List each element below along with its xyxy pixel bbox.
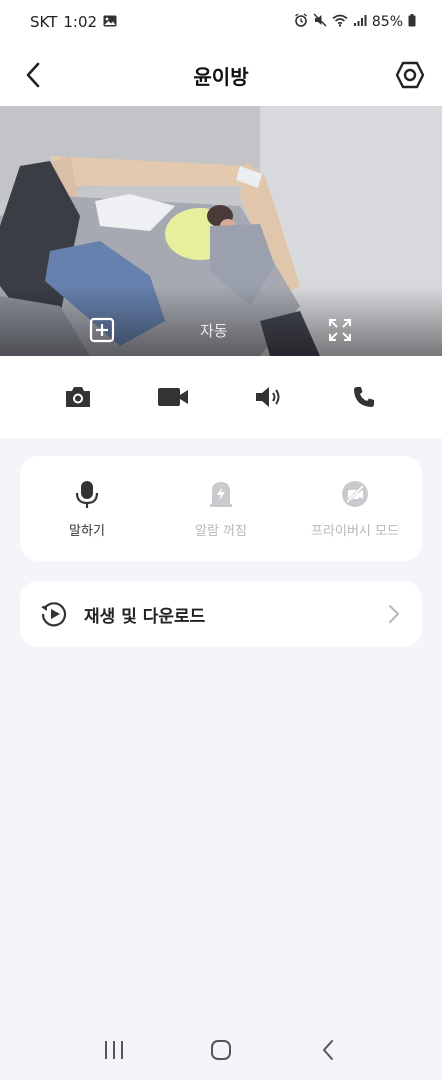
system-back-button[interactable] (308, 1030, 348, 1070)
time-label: 1:02 (63, 13, 98, 31)
back-button[interactable] (18, 58, 48, 92)
battery-icon (408, 13, 416, 31)
status-bar: SKT 1:02 85% (0, 0, 442, 44)
fullscreen-button[interactable] (328, 318, 352, 342)
signal-icon (353, 14, 367, 31)
camera-video-feed[interactable]: 자동 (0, 106, 442, 356)
alarm-off-action[interactable]: 알람 꺼짐 (161, 478, 281, 539)
speaker-icon (255, 387, 280, 407)
speaker-button[interactable] (247, 375, 291, 419)
privacy-mode-label: 프라이버시 모드 (311, 524, 399, 539)
mute-icon (313, 13, 327, 31)
status-right: 85% (294, 13, 416, 31)
microphone-icon (71, 478, 103, 510)
talk-label: 말하기 (69, 524, 105, 539)
status-left: SKT 1:02 (30, 13, 117, 31)
privacy-mode-icon (339, 478, 371, 510)
wifi-icon (332, 14, 348, 31)
chevron-left-icon (26, 62, 40, 88)
recent-apps-icon (104, 1041, 123, 1059)
home-button[interactable] (201, 1030, 241, 1070)
alarm-icon (294, 13, 308, 31)
alarm-off-label: 알람 꺼짐 (195, 524, 247, 539)
alarm-off-icon (205, 478, 237, 510)
carrier-label: SKT (30, 13, 58, 31)
privacy-mode-action[interactable]: 프라이버시 모드 (295, 478, 415, 539)
action-card: 말하기 알람 꺼짐 프라이버시 모드 (20, 456, 422, 561)
phone-icon (354, 387, 375, 407)
chevron-right-icon (384, 604, 404, 624)
video-mode-toggle[interactable]: 자동 (200, 320, 228, 341)
home-icon (210, 1040, 231, 1060)
playback-icon (38, 598, 70, 630)
fullscreen-icon (329, 319, 351, 341)
back-arrow-icon (323, 1040, 334, 1060)
add-square-button[interactable] (88, 316, 116, 344)
page-title: 윤이방 (193, 64, 249, 89)
header: 윤이방 (0, 44, 442, 106)
camera-toolbar (0, 356, 442, 438)
settings-icon (395, 61, 425, 89)
snapshot-button[interactable] (56, 375, 100, 419)
playback-label: 재생 및 다운로드 (84, 606, 206, 627)
playback-download-row[interactable]: 재생 및 다운로드 (20, 581, 422, 647)
talk-action[interactable]: 말하기 (27, 478, 147, 539)
gallery-icon (103, 13, 117, 31)
add-square-icon (89, 317, 115, 343)
video-record-icon (158, 388, 189, 406)
system-nav-bar (0, 1020, 442, 1080)
call-button[interactable] (342, 375, 386, 419)
video-controls: 자동 (0, 316, 442, 346)
battery-label: 85% (371, 14, 403, 30)
settings-button[interactable] (392, 57, 428, 93)
recent-apps-button[interactable] (94, 1030, 134, 1070)
camera-icon (65, 387, 90, 407)
record-button[interactable] (151, 375, 195, 419)
